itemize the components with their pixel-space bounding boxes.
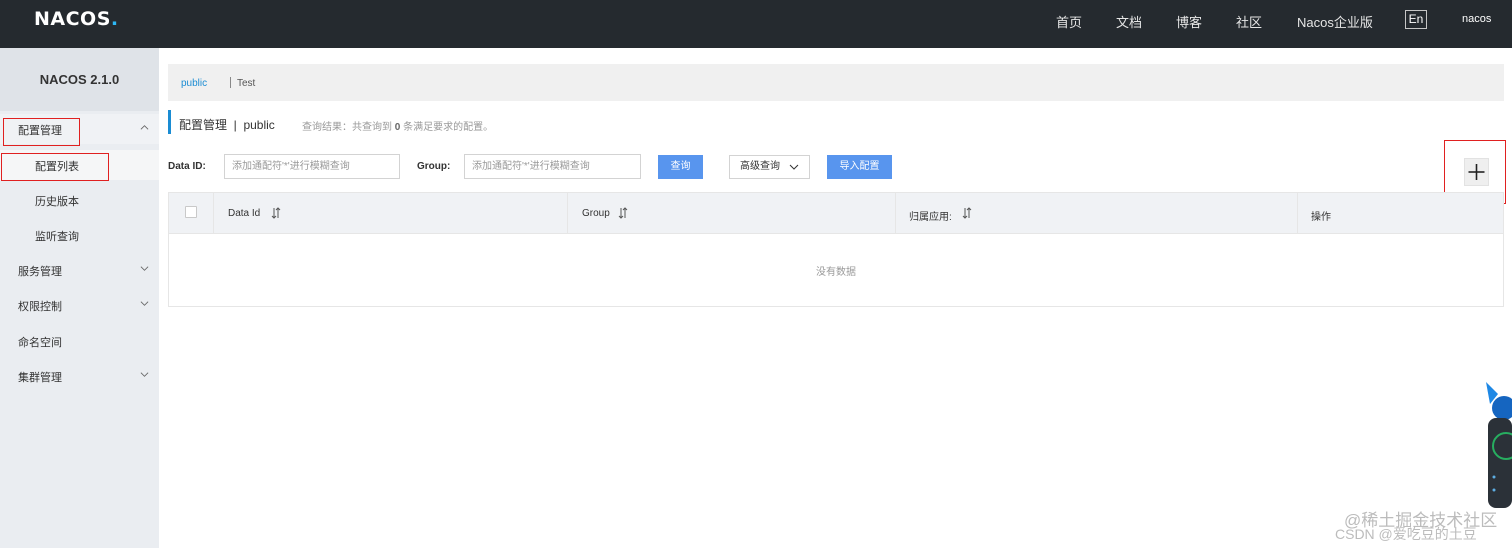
nav-blog[interactable]: 博客 [1176, 12, 1202, 31]
column-app[interactable]: 归属应用: [895, 193, 1297, 233]
nacos-logo[interactable]: NACOS. [34, 8, 119, 32]
chevron-down-icon [140, 372, 149, 377]
highlight-box [3, 118, 80, 146]
sidebar-item-access-control[interactable]: 权限控制 [0, 290, 159, 320]
import-config-button[interactable]: 导入配置 [827, 155, 892, 179]
version-label: NACOS 2.1.0 [0, 48, 159, 111]
table-header: Data Id Group 归属应用: 操作 [169, 193, 1503, 234]
column-label: 操作 [1311, 212, 1331, 223]
sidebar-item-label: 命名空间 [18, 337, 62, 349]
summary-count: 0 [394, 122, 401, 133]
summary-prefix: 查询结果：共查询到 [302, 122, 392, 133]
query-summary: 查询结果：共查询到 0 条满足要求的配置。 [302, 118, 493, 133]
sidebar-item-namespace[interactable]: 命名空间 [0, 326, 159, 356]
sidebar-item-cluster-management[interactable]: 集群管理 [0, 361, 159, 391]
user-menu[interactable]: nacos [1462, 13, 1491, 25]
page-title: 配置管理 | public [179, 118, 275, 132]
watermark-line2: CSDN @爱吃豆的土豆 [1335, 526, 1477, 542]
config-table: Data Id Group 归属应用: 操作 没有数据 [168, 192, 1504, 307]
advanced-query-button[interactable]: 高级查询 [729, 155, 810, 179]
language-switch-button[interactable]: En [1405, 10, 1427, 29]
advanced-query-label: 高级查询 [740, 161, 780, 172]
column-label: Group [582, 208, 610, 219]
summary-suffix: 条满足要求的配置。 [403, 122, 494, 133]
select-all-column [169, 193, 213, 233]
floating-widget[interactable] [1486, 378, 1512, 508]
sidebar-item-label: 服务管理 [18, 266, 62, 278]
chevron-down-icon [789, 164, 799, 170]
sidebar-item-history[interactable]: 历史版本 [0, 185, 159, 215]
group-label: Group: [417, 161, 451, 172]
dataid-label: Data ID: [168, 161, 206, 172]
select-all-checkbox[interactable] [185, 206, 197, 218]
title-accent-bar [168, 110, 171, 134]
main-content: public Test 配置管理 | public 查询结果：共查询到 0 条满… [159, 48, 1512, 548]
column-label: 归属应用: [909, 212, 952, 223]
sidebar: NACOS 2.1.0 配置管理 配置列表 历史版本 监听查询 服务管理 权限控… [0, 48, 159, 548]
nav-community[interactable]: 社区 [1236, 12, 1262, 31]
nav-docs[interactable]: 文档 [1116, 12, 1142, 31]
column-data-id[interactable]: Data Id [213, 193, 567, 233]
sort-icon[interactable] [271, 207, 281, 219]
sort-icon[interactable] [618, 207, 628, 219]
chevron-down-icon [140, 266, 149, 271]
group-input[interactable] [464, 154, 641, 179]
sidebar-item-listener-query[interactable]: 监听查询 [0, 220, 159, 250]
chevron-up-icon [140, 125, 149, 130]
assistant-badge-icon [1486, 382, 1512, 508]
namespace-public[interactable]: public [181, 78, 207, 89]
column-actions: 操作 [1297, 193, 1503, 233]
dataid-input[interactable] [224, 154, 400, 179]
query-button[interactable]: 查询 [658, 155, 703, 179]
namespace-test[interactable]: Test [237, 78, 255, 89]
column-label: Data Id [228, 208, 261, 219]
sidebar-item-label: 历史版本 [35, 196, 79, 208]
namespace-divider [230, 77, 231, 88]
sidebar-item-service-management[interactable]: 服务管理 [0, 255, 159, 285]
sidebar-item-label: 集群管理 [18, 372, 62, 384]
top-header: NACOS. 首页 文档 博客 社区 Nacos企业版 En nacos [0, 0, 1512, 48]
empty-state: 没有数据 [816, 267, 856, 278]
highlight-box [1, 153, 109, 181]
nav-home[interactable]: 首页 [1056, 12, 1082, 31]
sidebar-item-label: 监听查询 [35, 231, 79, 243]
namespace-bar: public Test [168, 64, 1504, 101]
column-group[interactable]: Group [567, 193, 895, 233]
sort-icon[interactable] [962, 207, 972, 219]
nav-enterprise[interactable]: Nacos企业版 [1297, 12, 1373, 31]
chevron-down-icon [140, 301, 149, 306]
sidebar-item-label: 权限控制 [18, 301, 62, 313]
